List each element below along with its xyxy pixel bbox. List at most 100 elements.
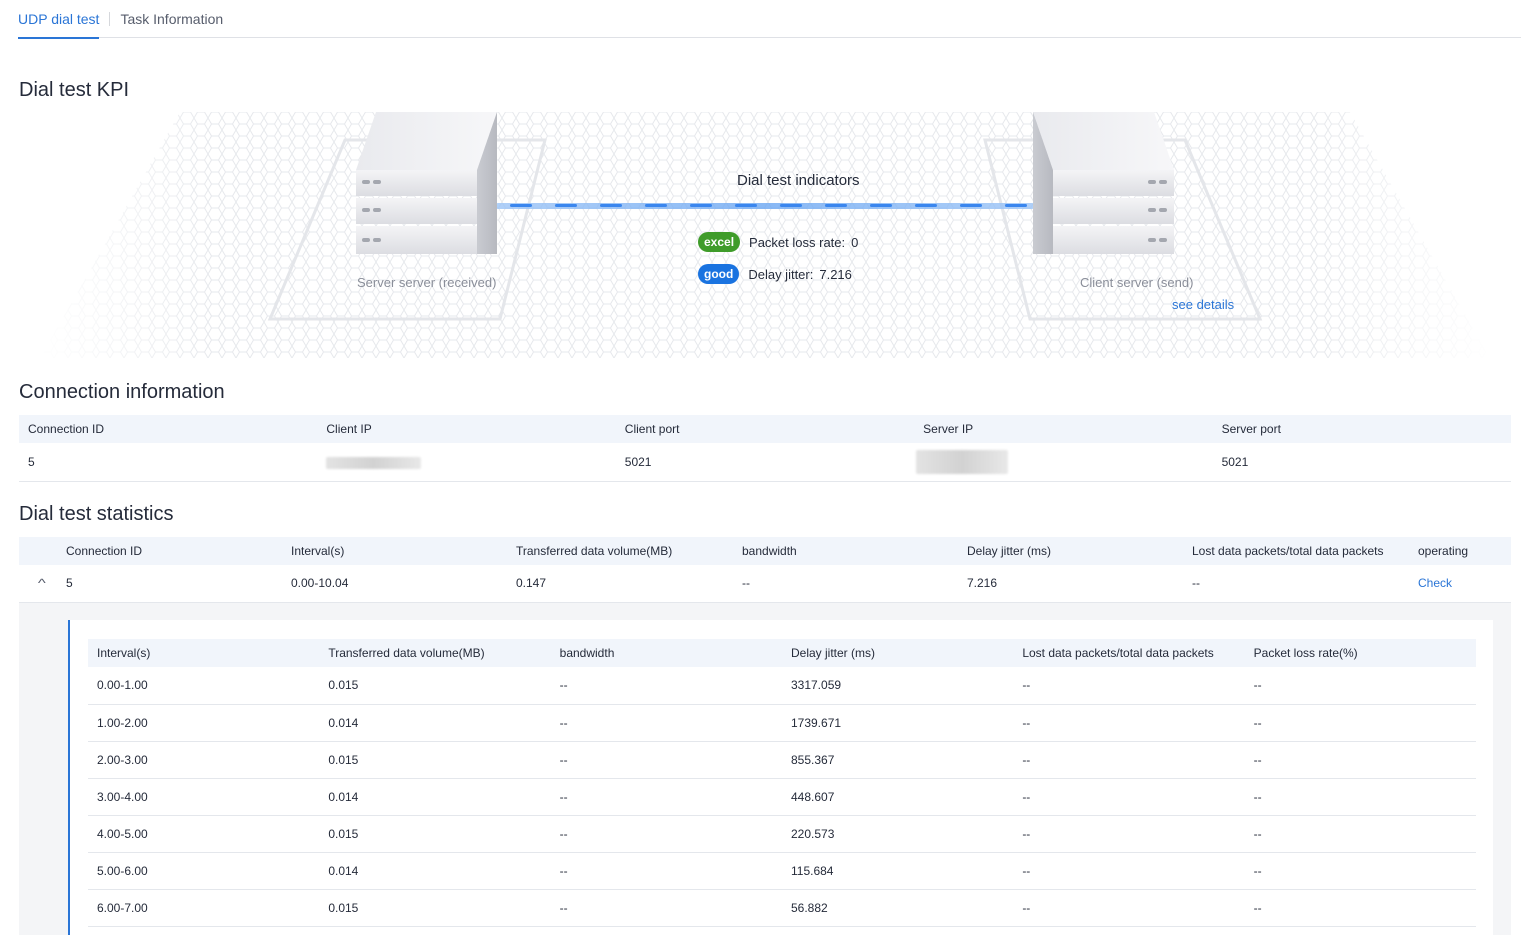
delay-jitter-value: 7.216 (819, 266, 852, 282)
col-client-port: Client port (615, 415, 915, 443)
see-details-link[interactable]: see details (1172, 297, 1234, 312)
client-port-cell: 5021 (615, 443, 915, 482)
delay-jitter-cell: 56.882 (781, 889, 1014, 927)
volume-cell: 0.015 (319, 741, 551, 779)
server-ip-cell (914, 443, 1213, 482)
packet-loss-rate-cell: -- (1244, 741, 1476, 779)
tab-udp-dial-test[interactable]: UDP dial test (18, 0, 100, 39)
delay-jitter-cell: 3317.059 (781, 667, 1014, 705)
col-interval: Interval(s) (88, 639, 320, 667)
server-stack-left (356, 112, 497, 254)
connection-table: Connection ID Client IP Client port Serv… (19, 415, 1511, 482)
col-expand (19, 537, 57, 565)
packet-loss-rate-cell: -- (1244, 667, 1476, 705)
lost-packets-cell: -- (1013, 667, 1245, 705)
tab-task-information[interactable]: Task Information (120, 0, 223, 38)
col-bandwidth: bandwidth (550, 639, 782, 667)
bandwidth-cell: -- (550, 741, 782, 779)
interval-cell: 2.00-3.00 (88, 741, 320, 779)
volume-cell: 0.014 (319, 704, 551, 742)
table-row: 4.00-5.00 0.015 -- 220.573 -- -- (88, 815, 1476, 853)
packet-loss-rate-cell: -- (1244, 815, 1476, 853)
detail-card: Interval(s) Transferred data volume(MB) … (68, 620, 1493, 935)
table-row: 6.00-7.00 0.015 -- 56.882 -- -- (88, 889, 1476, 927)
table-row: 5 5021 5021 (19, 443, 1511, 482)
interval-cell: 1.00-2.00 (88, 704, 320, 742)
table-row: 0.00-1.00 0.015 -- 3317.059 -- -- (88, 667, 1476, 705)
bandwidth-cell: -- (550, 815, 782, 853)
packet-loss-indicator: excel Packet loss rate: 0 (698, 232, 858, 252)
server-label: Server server (received) (357, 275, 497, 290)
col-server-ip: Server IP (914, 415, 1213, 443)
lost-packets-cell: -- (1013, 704, 1245, 742)
tab-bar: UDP dial test Task Information (18, 0, 1521, 39)
status-badge-excellent: excel (698, 232, 741, 252)
col-connection-id: Connection ID (57, 537, 282, 565)
delay-jitter-cell: 855.367 (781, 741, 1014, 779)
bandwidth-cell: -- (550, 667, 782, 705)
bandwidth-cell: -- (550, 889, 782, 927)
indicators-title: Dial test indicators (737, 172, 860, 189)
redacted-value (916, 449, 1009, 474)
delay-jitter-cell: 220.573 (781, 815, 1014, 853)
interval-cell: 6.00-7.00 (88, 889, 320, 927)
interval-cell: 5.00-6.00 (88, 852, 320, 890)
volume-cell: 0.014 (319, 852, 551, 890)
col-client-ip: Client IP (317, 415, 616, 443)
packet-loss-value: 0 (851, 234, 859, 250)
col-volume: Transferred data volume(MB) (507, 537, 733, 565)
statistics-title: Dial test statistics (19, 503, 174, 525)
volume-cell: 0.014 (319, 778, 551, 816)
packet-loss-rate-cell: -- (1244, 852, 1476, 890)
check-link[interactable]: Check (1418, 576, 1452, 590)
table-row: 1.00-2.00 0.014 -- 1739.671 -- -- (88, 704, 1476, 742)
tab-divider (109, 11, 111, 26)
server-port-cell: 5021 (1212, 443, 1511, 482)
col-delay-jitter: Delay jitter (ms) (958, 537, 1183, 565)
table-row: ^ 5 0.00-10.04 0.147 -- 7.216 -- Check (19, 565, 1511, 603)
volume-cell: 0.015 (319, 667, 551, 705)
interval-cell: 0.00-1.00 (88, 667, 320, 705)
lost-packets-cell: -- (1013, 741, 1245, 779)
packet-loss-rate-cell: -- (1244, 704, 1476, 742)
delay-jitter-indicator: good Delay jitter: 7.216 (698, 264, 852, 284)
check-link-cell: Check (1409, 565, 1511, 603)
server-stack-right (1033, 112, 1174, 254)
volume-cell: 0.147 (507, 565, 733, 603)
interval-cell: 4.00-5.00 (88, 815, 320, 853)
delay-jitter-label: Delay jitter: (748, 266, 814, 282)
client-ip-cell (317, 443, 616, 482)
col-volume: Transferred data volume(MB) (319, 639, 551, 667)
volume-cell: 0.015 (319, 889, 551, 927)
col-delay-jitter: Delay jitter (ms) (781, 639, 1014, 667)
col-bandwidth: bandwidth (733, 537, 958, 565)
delay-jitter-cell: 1739.671 (781, 704, 1014, 742)
status-badge-good: good (698, 264, 740, 284)
kpi-diagram: Server server (received) Client server (… (40, 112, 1490, 358)
packet-loss-label: Packet loss rate: (749, 234, 846, 250)
bandwidth-cell: -- (550, 704, 782, 742)
delay-jitter-cell: 115.684 (781, 852, 1014, 890)
interval-cell: 0.00-10.04 (282, 565, 507, 603)
col-interval: Interval(s) (282, 537, 507, 565)
chevron-up-icon[interactable]: ^ (38, 576, 46, 590)
table-row: 5.00-6.00 0.014 -- 115.684 -- -- (88, 852, 1476, 890)
col-operating: operating (1409, 537, 1511, 565)
lost-packets-cell: -- (1013, 889, 1245, 927)
expanded-detail-panel: Interval(s) Transferred data volume(MB) … (19, 603, 1511, 935)
packet-loss-rate-cell: -- (1244, 889, 1476, 927)
collapse-toggle[interactable]: ^ (19, 565, 57, 603)
interval-detail-table: Interval(s) Transferred data volume(MB) … (88, 639, 1476, 927)
col-packet-loss-rate: Packet loss rate(%) (1244, 639, 1476, 667)
bandwidth-cell: -- (550, 852, 782, 890)
volume-cell: 0.015 (319, 815, 551, 853)
col-lost-packets: Lost data packets/total data packets (1183, 537, 1409, 565)
table-row: 3.00-4.00 0.014 -- 448.607 -- -- (88, 778, 1476, 816)
packet-loss-rate-cell: -- (1244, 778, 1476, 816)
col-server-port: Server port (1212, 415, 1511, 443)
connection-id-cell: 5 (19, 443, 318, 482)
lost-packets-cell: -- (1013, 815, 1245, 853)
table-row: 2.00-3.00 0.015 -- 855.367 -- -- (88, 741, 1476, 779)
connection-title: Connection information (19, 381, 225, 403)
connection-id-cell: 5 (57, 565, 282, 603)
